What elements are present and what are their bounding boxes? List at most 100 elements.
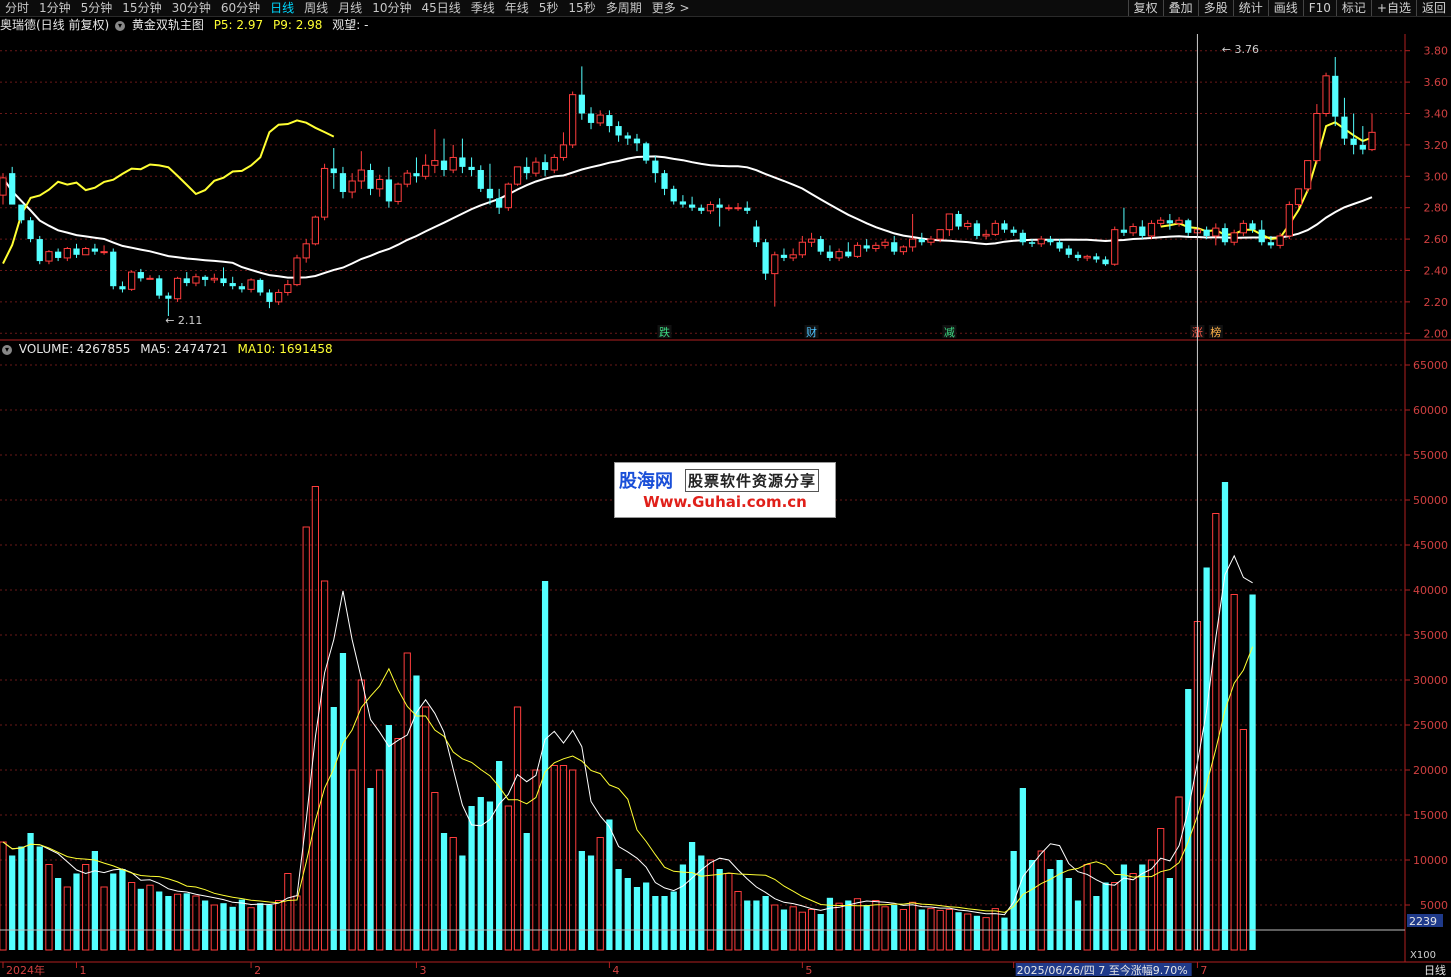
period-tab[interactable]: 5秒 bbox=[534, 0, 564, 16]
tool-tab[interactable]: +自选 bbox=[1370, 0, 1416, 16]
candle-body bbox=[486, 188, 494, 199]
volume-bar bbox=[504, 805, 512, 951]
tool-tab[interactable]: 标记 bbox=[1335, 0, 1371, 16]
volume-bar bbox=[982, 917, 990, 951]
candle-body bbox=[918, 239, 925, 243]
candle bbox=[936, 229, 944, 243]
candle bbox=[459, 138, 466, 174]
candle bbox=[899, 245, 908, 255]
period-tab[interactable]: 1分钟 bbox=[34, 0, 76, 16]
period-tab[interactable]: 30分钟 bbox=[167, 0, 216, 16]
indicator-menu-icon[interactable]: ▾ bbox=[115, 20, 126, 31]
price-tick-label: 3.20 bbox=[1424, 139, 1449, 152]
period-tab[interactable]: 15分钟 bbox=[117, 0, 166, 16]
candle-body bbox=[1047, 239, 1054, 243]
period-tab[interactable]: 15秒 bbox=[563, 0, 600, 16]
candle bbox=[872, 242, 880, 252]
candle-body bbox=[991, 222, 999, 235]
volume-bar bbox=[807, 909, 816, 951]
candle-body bbox=[1341, 116, 1348, 139]
candle-body bbox=[891, 242, 898, 252]
volume-tick-label: 20000 bbox=[1413, 764, 1448, 777]
candle-body bbox=[762, 242, 769, 274]
tool-tab[interactable]: 返回 bbox=[1415, 0, 1451, 16]
candle bbox=[918, 232, 925, 246]
candle-body bbox=[955, 213, 962, 227]
candle bbox=[1230, 229, 1238, 246]
candle-body bbox=[698, 207, 705, 211]
candle bbox=[1074, 251, 1082, 262]
tool-tab[interactable]: 叠加 bbox=[1162, 0, 1198, 16]
candle bbox=[1294, 188, 1303, 208]
tool-tab[interactable]: 画线 bbox=[1267, 0, 1303, 16]
period-tab[interactable]: 60分钟 bbox=[216, 0, 265, 16]
volume-bar bbox=[137, 888, 144, 950]
candle bbox=[1093, 253, 1100, 263]
period-tab[interactable]: 5分钟 bbox=[76, 0, 118, 16]
x-tick-label: 3 bbox=[419, 964, 426, 977]
volume-bar bbox=[587, 855, 595, 950]
volume-bar bbox=[0, 841, 7, 951]
tool-tab[interactable]: 多股 bbox=[1197, 0, 1233, 16]
period-tab[interactable]: 45日线 bbox=[416, 0, 465, 16]
candle bbox=[698, 204, 705, 214]
candle-body bbox=[945, 213, 953, 231]
candle-body bbox=[853, 244, 862, 257]
candle-body bbox=[1322, 75, 1330, 114]
volume-bar bbox=[1010, 851, 1017, 950]
volume-bar bbox=[422, 706, 430, 951]
event-marker: 财 bbox=[806, 325, 817, 339]
candle bbox=[293, 254, 301, 287]
candle bbox=[339, 166, 347, 199]
volume-bar bbox=[173, 893, 182, 951]
x-tick-label: 2024年 bbox=[6, 963, 45, 977]
period-tab[interactable]: 周线 bbox=[299, 0, 333, 16]
current-value-badge bbox=[1407, 914, 1443, 927]
candle-body bbox=[706, 204, 715, 212]
volume-bar bbox=[385, 725, 393, 950]
candle bbox=[1111, 226, 1119, 266]
candle bbox=[413, 157, 420, 183]
period-tab[interactable]: 分时 bbox=[0, 0, 34, 16]
tool-tab[interactable]: 统计 bbox=[1232, 0, 1268, 16]
candle bbox=[762, 239, 769, 280]
volume-bar bbox=[367, 788, 374, 950]
period-tab[interactable]: 更多 > bbox=[647, 0, 695, 16]
volume-bar bbox=[210, 904, 218, 951]
price-tick-label: 2.40 bbox=[1424, 264, 1449, 277]
volume-bar bbox=[559, 765, 568, 951]
volume-menu-icon[interactable]: ▾ bbox=[2, 344, 12, 355]
candle-body bbox=[367, 170, 374, 189]
period-tab[interactable]: 月线 bbox=[333, 0, 367, 16]
volume-bar bbox=[9, 855, 16, 950]
candle-body bbox=[247, 279, 255, 290]
candle-body bbox=[36, 239, 43, 262]
indicator-name[interactable]: 黄金双轨主图 bbox=[132, 18, 204, 32]
candle bbox=[1249, 220, 1256, 233]
period-tab[interactable]: 多周期 bbox=[601, 0, 647, 16]
period-tab[interactable]: 季线 bbox=[466, 0, 500, 16]
candle bbox=[771, 251, 779, 307]
candle-body bbox=[716, 204, 723, 208]
period-tab[interactable]: 10分钟 bbox=[367, 0, 416, 16]
period-tab[interactable]: 年线 bbox=[500, 0, 534, 16]
tool-tab[interactable]: F10 bbox=[1302, 0, 1336, 16]
candle-body bbox=[504, 183, 512, 209]
volume-bar bbox=[73, 873, 80, 950]
candle bbox=[449, 144, 457, 174]
candle-body bbox=[1102, 259, 1109, 265]
candle bbox=[955, 210, 962, 230]
candle-body bbox=[1120, 229, 1128, 233]
candle-body bbox=[1093, 256, 1100, 260]
candle bbox=[110, 248, 117, 290]
volume-bar bbox=[1249, 594, 1256, 950]
period-tab[interactable]: 日线 bbox=[265, 0, 299, 16]
watermark-logo: 股海网 股票软件资源分享 Www.Guhai.com.cn bbox=[614, 462, 836, 518]
tool-tab[interactable]: 复权 bbox=[1127, 0, 1163, 16]
volume-bar bbox=[1212, 513, 1220, 951]
candle-body bbox=[266, 292, 273, 302]
candle bbox=[238, 283, 246, 293]
candle bbox=[688, 196, 696, 211]
volume-tick-label: 5000 bbox=[1420, 899, 1448, 912]
candle-body bbox=[385, 179, 393, 202]
